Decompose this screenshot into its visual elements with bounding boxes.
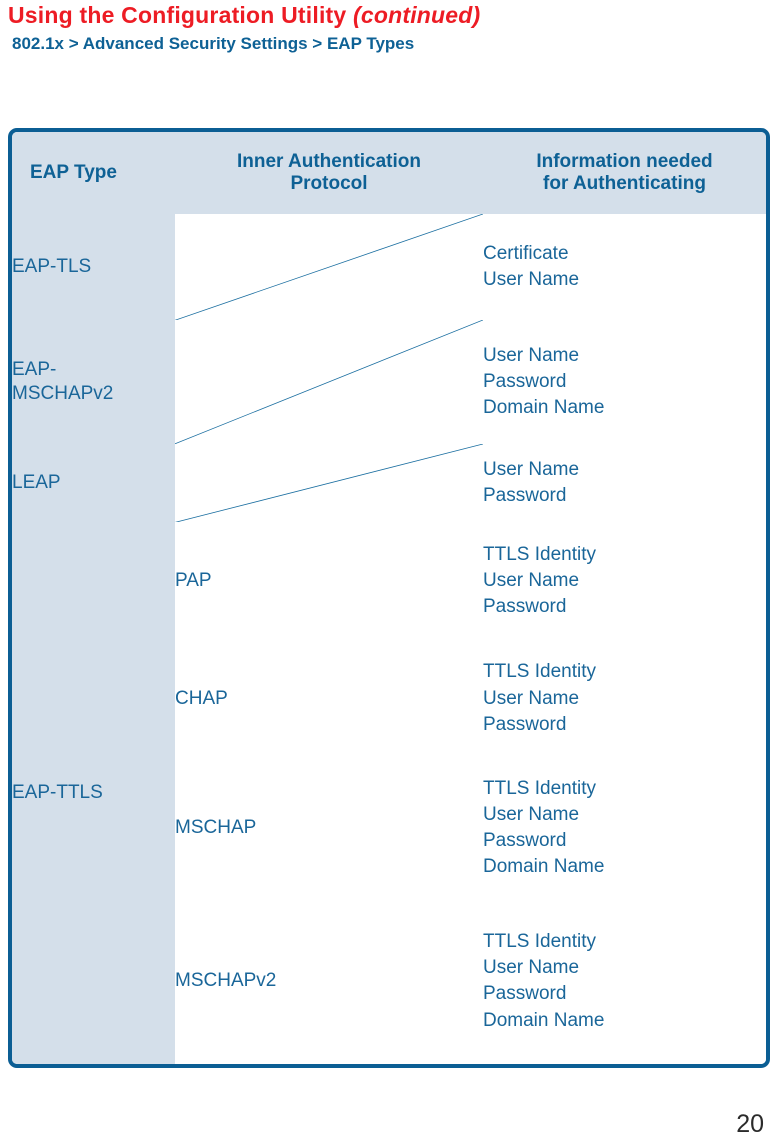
cell-inner-protocol-not-applicable (175, 444, 483, 523)
table-header-row: EAP Type Inner Authentication Protocol I… (12, 132, 766, 214)
cell-inner-protocol-not-applicable (175, 320, 483, 445)
eap-type-label: EAP-TLS (12, 256, 92, 278)
page-title-continued: (continued) (353, 2, 481, 28)
info-line: Password (483, 371, 567, 393)
info-line: User Name (483, 570, 580, 592)
eap-type-label: LEAP (12, 472, 61, 494)
info-line: Password (483, 713, 567, 735)
cell-info-needed: TTLS Identity User Name Password (483, 640, 766, 758)
cell-info-needed: User Name Password (483, 444, 766, 523)
info-line: Domain Name (483, 397, 605, 419)
column-header-info-needed: Information needed for Authenticating (483, 132, 766, 214)
info-line: TTLS Identity (483, 777, 596, 799)
column-header-info-needed-line1: Information needed (536, 150, 713, 172)
eap-type-label-cont: MSCHAPv2 (12, 383, 114, 405)
table-row: LEAP User Name Password (12, 444, 766, 523)
cell-info-needed: TTLS Identity User Name Password Domain … (483, 898, 766, 1064)
info-line: Certificate (483, 242, 569, 264)
info-line: TTLS Identity (483, 543, 596, 565)
column-header-info-needed-line2: for Authenticating (543, 173, 706, 194)
info-line: TTLS Identity (483, 931, 596, 953)
table-body: EAP-TLS Certificate User Name EAP- MSCHA… (12, 214, 766, 1064)
info-line: TTLS Identity (483, 661, 596, 683)
info-line: Domain Name (483, 1009, 605, 1031)
column-header-inner-auth-protocol: Inner Authentication Protocol (175, 132, 483, 214)
diagonal-slash-icon (175, 320, 483, 444)
slide-header: Using the Configuration Utility (continu… (0, 0, 778, 54)
table-header: EAP Type Inner Authentication Protocol I… (12, 132, 766, 214)
info-line: Password (483, 830, 567, 852)
info-line: User Name (483, 957, 580, 979)
info-line: Password (483, 983, 567, 1005)
diagonal-slash-icon (175, 444, 483, 522)
page-title-main: Using the Configuration Utility (8, 2, 347, 28)
table-row: EAP- MSCHAPv2 User Name Password Domain … (12, 320, 766, 445)
cell-inner-protocol-not-applicable (175, 214, 483, 321)
inner-protocol-label: CHAP (175, 687, 228, 709)
breadcrumb: 802.1x > Advanced Security Settings > EA… (12, 34, 415, 53)
column-header-inner-auth-protocol-line1: Inner Authentication (236, 150, 422, 172)
page-title: Using the Configuration Utility (continu… (0, 0, 778, 29)
cell-inner-protocol: MSCHAP (175, 757, 483, 899)
cell-inner-protocol: PAP (175, 522, 483, 641)
page-number: 20 (736, 1110, 764, 1138)
diagonal-slash-icon (175, 214, 483, 320)
info-line: Password (483, 485, 567, 507)
cell-info-needed: TTLS Identity User Name Password (483, 522, 766, 641)
inner-protocol-label: PAP (175, 570, 212, 592)
info-line: Password (483, 596, 567, 618)
inner-protocol-label: MSCHAP (175, 817, 257, 839)
cell-info-needed: TTLS Identity User Name Password Domain … (483, 757, 766, 899)
inner-protocol-label: MSCHAPv2 (175, 970, 277, 992)
info-line: User Name (483, 804, 580, 826)
cell-eap-type: LEAP (12, 444, 175, 523)
info-line: User Name (483, 344, 580, 366)
cell-eap-type: EAP-TLS (12, 214, 175, 321)
cell-info-needed: Certificate User Name (483, 214, 766, 321)
column-header-inner-auth-protocol-line2: Protocol (290, 173, 368, 194)
cell-eap-type: EAP- MSCHAPv2 (12, 320, 175, 445)
table-row: EAP-TTLS PAP TTLS Identity User Name Pas… (12, 522, 766, 1064)
cell-info-needed: User Name Password Domain Name (483, 320, 766, 445)
info-line: User Name (483, 269, 580, 291)
column-header-eap-type: EAP Type (12, 132, 175, 214)
eap-types-table-container: EAP Type Inner Authentication Protocol I… (8, 128, 770, 1068)
info-line: User Name (483, 687, 580, 709)
eap-type-label: EAP-TTLS (12, 782, 103, 804)
info-line: Domain Name (483, 856, 605, 878)
table-row: EAP-TLS Certificate User Name (12, 214, 766, 321)
cell-inner-protocol: CHAP (175, 640, 483, 758)
eap-types-table: EAP Type Inner Authentication Protocol I… (12, 132, 766, 1064)
info-line: User Name (483, 459, 580, 480)
cell-eap-type-ttls: EAP-TTLS (12, 522, 175, 1064)
cell-inner-protocol: MSCHAPv2 (175, 898, 483, 1064)
eap-type-label: EAP- (12, 359, 57, 381)
